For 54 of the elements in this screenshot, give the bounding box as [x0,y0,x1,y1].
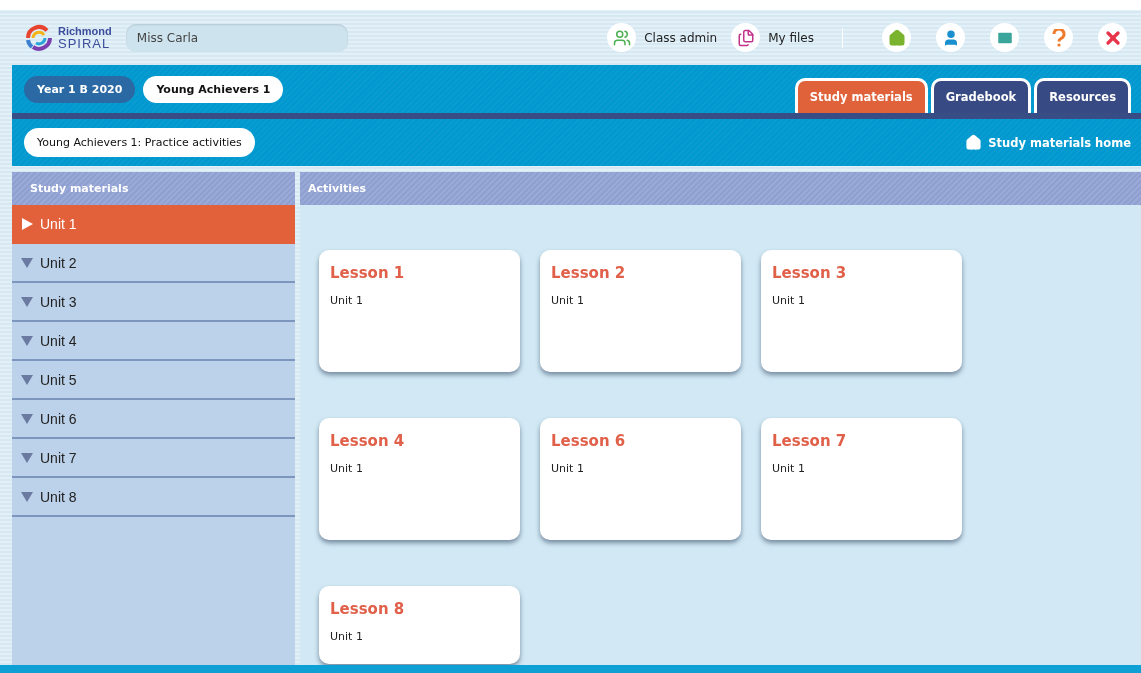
lesson-unit: Unit 1 [551,294,585,307]
mail-button[interactable] [990,23,1019,52]
caret-down-icon [21,374,33,385]
lesson-card[interactable]: Lesson 4 Unit 1 [319,418,520,540]
panel-header: Activities [300,172,1141,205]
play-icon [21,217,33,230]
people-icon [612,28,631,47]
tab[interactable]: Gradebook [930,78,1032,113]
lesson-card[interactable]: Lesson 6 Unit 1 [540,418,741,540]
lesson-card[interactable]: Lesson 8 Unit 1 [319,586,520,664]
my-files-link[interactable]: My files [731,23,814,52]
lesson-title: Lesson 1 [330,264,406,282]
lesson-card[interactable]: Lesson 1 Unit 1 [319,250,520,372]
breadcrumb-button[interactable]: Young Achievers 1 [143,75,284,103]
home-icon [965,134,983,151]
caret-down-icon [21,413,33,424]
files-icon [736,28,755,47]
lesson-card[interactable]: Lesson 3 Unit 1 [761,250,962,372]
spiral-logo-icon [24,22,54,53]
tab[interactable]: Study materials [794,78,928,113]
panel-header: Study materials [12,172,295,205]
profile-button[interactable] [936,23,965,52]
logo-text: Richmond [58,25,112,37]
lesson-title: Lesson 2 [551,264,627,282]
lesson-title: Lesson 6 [551,432,627,450]
home-button[interactable] [882,23,911,52]
caret-down-icon [21,296,33,307]
class-admin-link[interactable]: Class admin [607,23,718,52]
lesson-title: Lesson 3 [772,264,848,282]
lesson-unit: Unit 1 [330,462,364,475]
home-icon [887,28,906,47]
lesson-unit: Unit 1 [551,462,585,475]
caret-down-icon [21,452,33,463]
caret-down-icon [21,257,33,268]
lesson-unit: Unit 1 [772,294,806,307]
user-name-field: Miss Carla [125,23,348,52]
caret-down-icon [21,491,33,502]
close-button[interactable] [1098,23,1127,52]
logo-text: SPIRAL [58,36,112,50]
lesson-unit: Unit 1 [772,462,806,475]
breadcrumb-button[interactable]: Year 1 B 2020 [24,75,136,103]
lesson-title: Lesson 4 [330,432,406,450]
help-icon [1051,28,1066,47]
tab[interactable]: Resources [1034,78,1131,113]
course-title: Young Achievers 1: Practice activities [24,128,255,157]
lesson-title: Lesson 8 [330,600,406,618]
lesson-title: Lesson 7 [772,432,848,450]
caret-down-icon [21,335,33,346]
help-button[interactable] [1044,23,1073,52]
lesson-card[interactable]: Lesson 2 Unit 1 [540,250,741,372]
lesson-card[interactable]: Lesson 7 Unit 1 [761,418,962,540]
lesson-unit: Unit 1 [330,630,364,643]
lesson-unit: Unit 1 [330,294,364,307]
unit-item[interactable]: Unit 1 [12,205,295,244]
